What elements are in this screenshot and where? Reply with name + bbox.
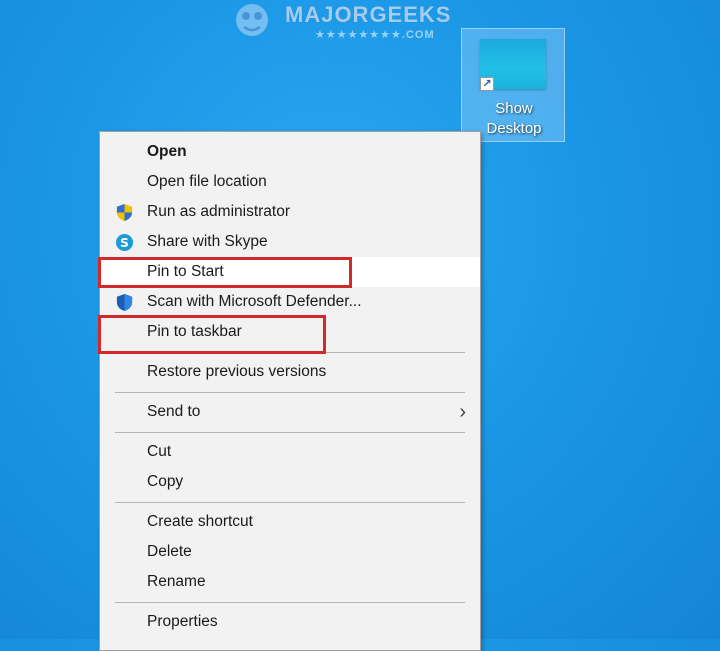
chevron-right-icon: ›	[459, 401, 466, 423]
menu-item-cut[interactable]: Cut	[100, 437, 480, 467]
menu-item-properties[interactable]: Properties	[100, 607, 480, 637]
menu-item-pin-to-taskbar[interactable]: Pin to taskbar	[100, 317, 480, 347]
shortcut-arrow-icon: ↗	[480, 77, 494, 91]
menu-separator	[115, 502, 465, 503]
menu-item-open[interactable]: Open	[100, 137, 480, 167]
menu-separator	[115, 392, 465, 393]
menu-separator	[115, 432, 465, 433]
skype-icon: S	[115, 233, 134, 252]
menu-item-restore-previous-versions[interactable]: Restore previous versions	[100, 357, 480, 387]
menu-separator	[115, 352, 465, 353]
menu-item-scan-with-defender[interactable]: Scan with Microsoft Defender...	[100, 287, 480, 317]
show-desktop-shortcut[interactable]: ↗ Show Desktop	[461, 28, 565, 142]
defender-icon	[116, 293, 133, 312]
menu-item-copy[interactable]: Copy	[100, 467, 480, 497]
menu-item-delete[interactable]: Delete	[100, 537, 480, 567]
menu-separator	[115, 602, 465, 603]
context-menu: Open Open file location Run as administr…	[99, 131, 481, 651]
menu-item-share-with-skype[interactable]: S Share with Skype	[100, 227, 480, 257]
menu-item-send-to[interactable]: Send to ›	[100, 397, 480, 427]
majorgeeks-watermark: MAJORGEEKS ★★★★★★★★.COM	[230, 0, 450, 45]
menu-item-pin-to-start[interactable]: Pin to Start	[100, 257, 480, 287]
svg-text:S: S	[120, 236, 129, 250]
menu-item-open-file-location[interactable]: Open file location	[100, 167, 480, 197]
watermark-subtitle: ★★★★★★★★.COM	[315, 29, 435, 41]
menu-item-run-as-administrator[interactable]: Run as administrator	[100, 197, 480, 227]
menu-item-rename[interactable]: Rename	[100, 567, 480, 597]
majorgeeks-logo-icon	[236, 4, 268, 36]
uac-shield-icon	[116, 203, 133, 222]
menu-item-create-shortcut[interactable]: Create shortcut	[100, 507, 480, 537]
watermark-title: MAJORGEEKS	[285, 2, 452, 27]
